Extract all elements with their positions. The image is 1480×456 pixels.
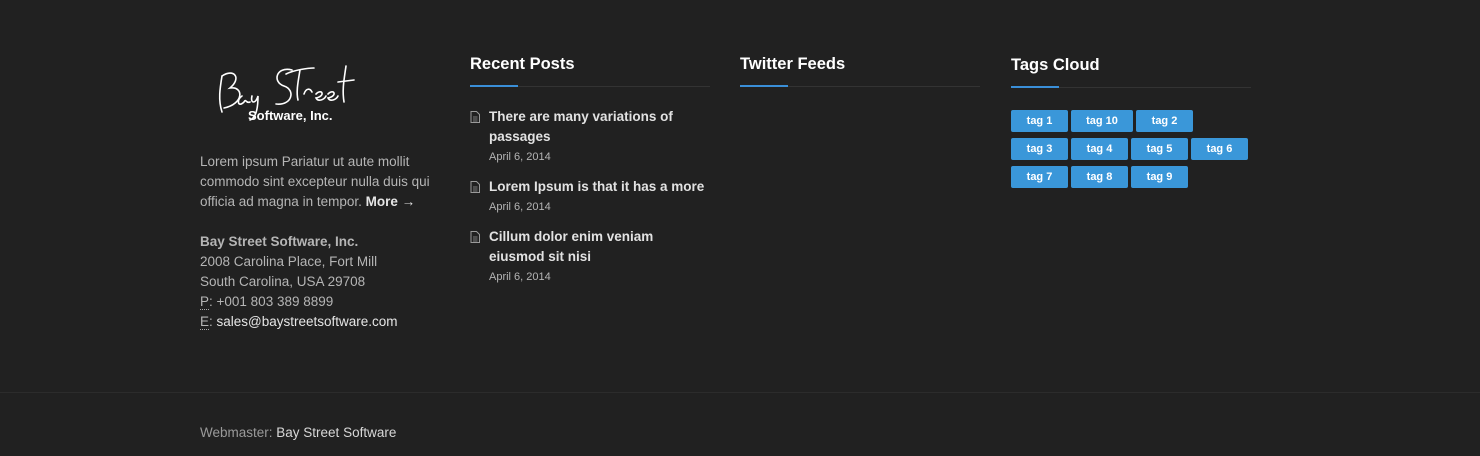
post-title-link[interactable]: There are many variations of passages bbox=[489, 107, 710, 147]
tag-link[interactable]: tag 2 bbox=[1136, 110, 1193, 132]
company-logo: Software, Inc. bbox=[218, 65, 355, 123]
post-date: April 6, 2014 bbox=[489, 271, 551, 283]
recent-posts-list: There are many variations of passages Ap… bbox=[470, 107, 710, 283]
post-title-link[interactable]: Lorem Ipsum is that it has a more bbox=[489, 177, 710, 197]
post-date: April 6, 2014 bbox=[489, 201, 551, 213]
address-line-1: 2008 Carolina Place, Fort Mill bbox=[200, 254, 378, 269]
more-link[interactable]: More → bbox=[366, 194, 416, 209]
company-logo-link[interactable]: Software, Inc. bbox=[200, 60, 445, 128]
tag-link[interactable]: tag 8 bbox=[1071, 166, 1128, 188]
phone-number: : +001 803 389 8899 bbox=[209, 294, 334, 309]
recent-posts-title: Recent Posts bbox=[470, 55, 710, 87]
tag-link[interactable]: tag 10 bbox=[1071, 110, 1133, 132]
address-line-2: South Carolina, USA 29708 bbox=[200, 274, 366, 289]
document-icon bbox=[470, 111, 480, 123]
post-item: Cillum dolor enim veniam eiusmod sit nis… bbox=[470, 227, 710, 283]
credit-link[interactable]: Bay Street Software bbox=[276, 425, 396, 440]
post-item: Lorem Ipsum is that it has a more April … bbox=[470, 177, 710, 213]
tags-column: Tags Cloud tag 1 tag 10 tag 2 tag 3 tag 4 ta… bbox=[1011, 56, 1251, 194]
footer-bottom: Webmaster: Bay Street Software bbox=[0, 392, 1480, 456]
tag-link[interactable]: tag 4 bbox=[1071, 138, 1128, 160]
document-icon bbox=[470, 181, 480, 193]
tag-link[interactable]: tag 1 bbox=[1011, 110, 1068, 132]
email-label: E bbox=[200, 314, 210, 330]
post-date: April 6, 2014 bbox=[489, 151, 551, 163]
post-item: There are many variations of passages Ap… bbox=[470, 107, 710, 163]
logo-subtitle: Software, Inc. bbox=[248, 108, 333, 123]
tags-title: Tags Cloud bbox=[1011, 56, 1251, 88]
footer-main: Software, Inc. Lorem ipsum Pariatur ut a… bbox=[0, 0, 1480, 392]
email-line: E: sales@baystreetsoftware.com bbox=[200, 314, 398, 330]
document-icon bbox=[470, 231, 480, 243]
address-block: Bay Street Software, Inc. 2008 Carolina … bbox=[200, 232, 445, 332]
tag-link[interactable]: tag 5 bbox=[1131, 138, 1188, 160]
about-column: Software, Inc. Lorem ipsum Pariatur ut a… bbox=[200, 60, 445, 332]
webmaster-credit: Webmaster: Bay Street Software bbox=[200, 425, 396, 440]
company-name: Bay Street Software, Inc. bbox=[200, 234, 359, 249]
email-link[interactable]: sales@baystreetsoftware.com bbox=[217, 314, 398, 329]
tag-link[interactable]: tag 3 bbox=[1011, 138, 1068, 160]
tag-link[interactable]: tag 9 bbox=[1131, 166, 1188, 188]
credit-label: Webmaster: bbox=[200, 425, 277, 440]
twitter-title: Twitter Feeds bbox=[740, 55, 980, 87]
recent-posts-column: Recent Posts There are many variations o… bbox=[470, 55, 710, 297]
twitter-column: Twitter Feeds bbox=[740, 55, 980, 87]
about-text: Lorem ipsum Pariatur ut aute mollit comm… bbox=[200, 152, 445, 212]
tag-link[interactable]: tag 7 bbox=[1011, 166, 1068, 188]
tag-link[interactable]: tag 6 bbox=[1191, 138, 1248, 160]
post-title-link[interactable]: Cillum dolor enim veniam eiusmod sit nis… bbox=[489, 227, 710, 267]
phone-label: P bbox=[200, 294, 210, 310]
tags-cloud: tag 1 tag 10 tag 2 tag 3 tag 4 tag 5 tag 6 ta… bbox=[1011, 110, 1251, 194]
phone-line: P: +001 803 389 8899 bbox=[200, 292, 445, 312]
